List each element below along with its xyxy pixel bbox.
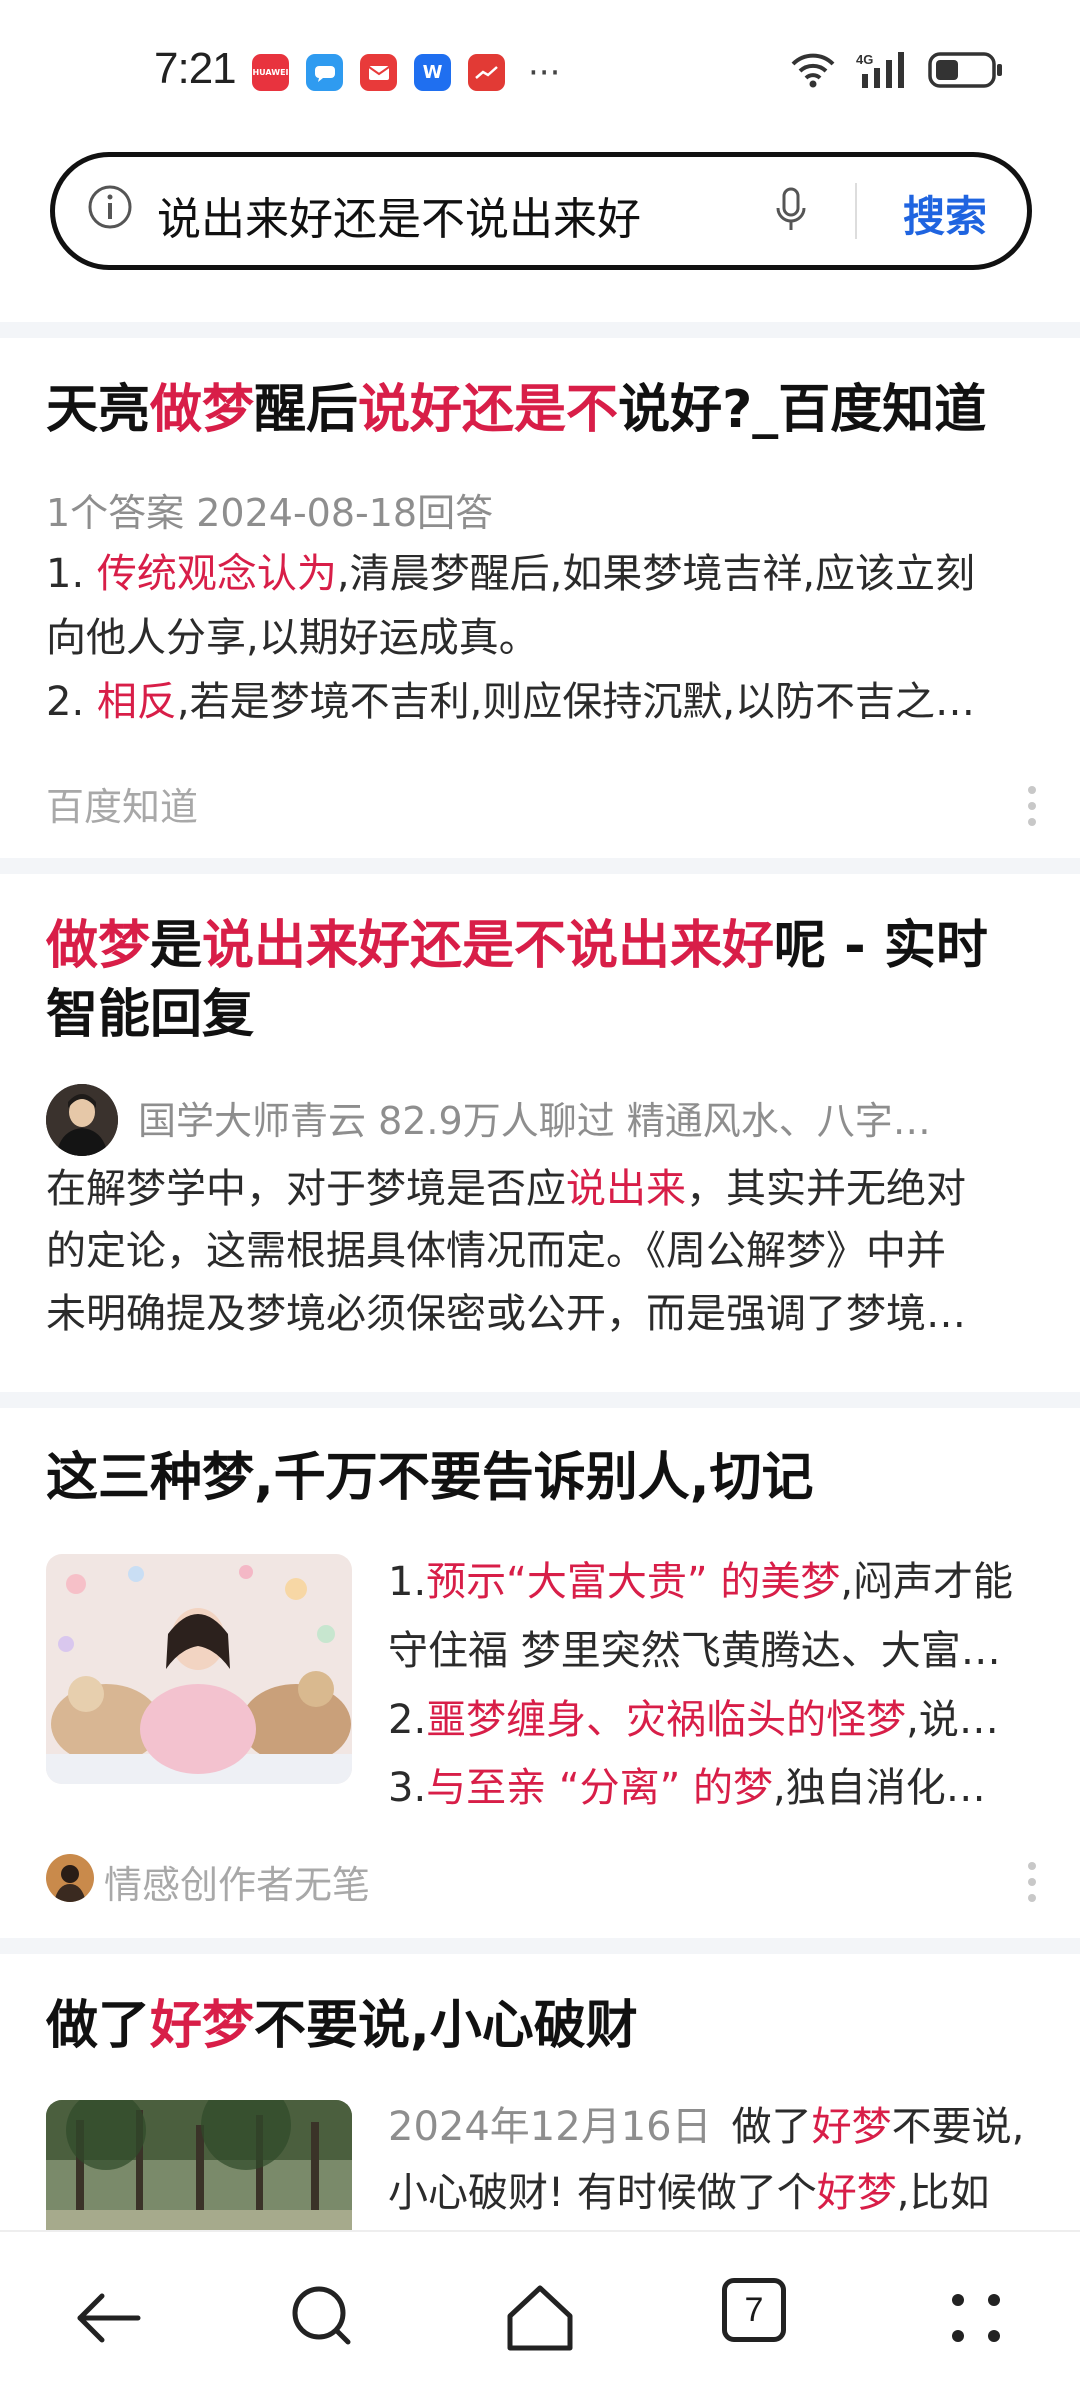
info-icon[interactable] bbox=[85, 182, 135, 232]
result-snippet: 在解梦学中，对于梦境是否应说出来，其实并无绝对 的定论，这需根据具体情况而定。《… bbox=[46, 1158, 1036, 1345]
divider bbox=[0, 1938, 1080, 1954]
snippet-text: 在解梦学中，对于梦境是否应 bbox=[46, 1166, 566, 1212]
search-bar[interactable]: 说出来好还是不说出来好 搜索 bbox=[50, 152, 1032, 270]
result-title[interactable]: 做梦是说出来好还是不说出来好呢 - 实时 智能回复 bbox=[46, 912, 988, 1050]
result-date: 2024年12月16日 bbox=[388, 2104, 712, 2150]
svg-text:4G: 4G bbox=[856, 52, 873, 67]
wifi-icon bbox=[791, 53, 835, 88]
snippet-text: 2. bbox=[388, 1696, 427, 1743]
snippet-highlight: 好梦 bbox=[811, 2104, 892, 2150]
search-input[interactable]: 说出来好还是不说出来好 bbox=[157, 183, 641, 247]
title-highlight: 说出来好还是不说出来好 bbox=[202, 916, 775, 976]
title-highlight: 做梦 bbox=[46, 916, 151, 976]
snippet-text: ,比如 bbox=[896, 2170, 990, 2217]
snippet-text: ,闷声才能 bbox=[840, 1559, 1014, 1605]
snippet-text: ,清晨梦醒后,如果梦境吉祥,应该立刻 bbox=[336, 551, 976, 597]
more-notifications-icon: ··· bbox=[528, 52, 561, 93]
divider bbox=[0, 1392, 1080, 1408]
title-text: 说好?_百度知道 bbox=[618, 380, 987, 440]
snippet-text: 小心破财! 有时候做了个 bbox=[388, 2170, 817, 2217]
title-text: 智能回复 bbox=[46, 985, 255, 1046]
snippet-text: 3. bbox=[388, 1765, 427, 1812]
snippet-text: ,独自消化… bbox=[773, 1765, 986, 1812]
chat-app-icon bbox=[306, 54, 343, 91]
snippet-text: 的定论，这需根据具体情况而定。《周公解梦》中并 bbox=[46, 1228, 946, 1275]
snippet-highlight: 传统观念认为 bbox=[96, 551, 337, 597]
microphone-icon[interactable] bbox=[771, 184, 811, 236]
result-source[interactable]: 百度知道 bbox=[46, 776, 198, 831]
result-meta: 1个答案 2024-08-18回答 bbox=[46, 491, 494, 535]
snippet-text: 1. bbox=[46, 551, 97, 597]
result-snippet: 2024年12月16日 做了好梦不要说, 小心破财! 有时候做了个好梦,比如 bbox=[388, 2094, 1038, 2227]
huawei-appgallery-icon: HUAWEI bbox=[252, 54, 289, 91]
home-icon[interactable] bbox=[502, 2280, 578, 2356]
weibo-w-app-icon: W bbox=[414, 54, 451, 91]
title-text: 做了 bbox=[46, 1996, 151, 2056]
mail-app-icon bbox=[360, 54, 397, 91]
snippet-text: 做了 bbox=[731, 2104, 812, 2150]
snippet-highlight: 说出来 bbox=[566, 1166, 686, 1212]
title-highlight: 好梦 bbox=[150, 1996, 255, 2056]
result-thumbnail[interactable] bbox=[46, 1554, 352, 1784]
divider bbox=[0, 858, 1080, 874]
snippet-highlight: 预示“大富大贵” 的美梦 bbox=[426, 1559, 841, 1605]
title-text: 不要说,小心破财 bbox=[254, 1996, 638, 2056]
search-divider bbox=[855, 183, 857, 239]
title-highlight: 说好还是不 bbox=[358, 380, 619, 440]
back-icon[interactable] bbox=[72, 2280, 148, 2356]
signal-4g-icon: 4G bbox=[856, 52, 904, 88]
search-icon[interactable] bbox=[286, 2280, 362, 2356]
result-source[interactable]: 情感创作者无笔 bbox=[104, 1854, 370, 1909]
snippet-text: 向他人分享,以期好运成真。 bbox=[46, 615, 539, 661]
title-text: 是 bbox=[150, 916, 203, 976]
author-avatar[interactable] bbox=[46, 1854, 94, 1902]
menu-icon[interactable] bbox=[938, 2280, 1014, 2356]
search-button[interactable]: 搜索 bbox=[903, 183, 987, 244]
snippet-text: ,说… bbox=[906, 1696, 999, 1743]
snippet-text: ，其实并无绝对 bbox=[686, 1166, 966, 1212]
author-info[interactable]: 国学大师青云 82.9万人聊过 精通风水、八字… bbox=[138, 1090, 931, 1145]
title-highlight: 做梦 bbox=[150, 380, 255, 440]
status-bar: 7:21 HUAWEI W ··· 4G bbox=[0, 0, 1080, 140]
snippet-highlight: 相反 bbox=[96, 679, 177, 725]
author-avatar[interactable] bbox=[46, 1084, 118, 1156]
title-text: 天亮 bbox=[46, 380, 151, 440]
snippet-text: 守住福 梦里突然飞黄腾达、大富… bbox=[388, 1627, 1001, 1674]
result-card[interactable]: 这三种梦,千万不要告诉别人,切记 1.预示“大富大贵” 的美梦,闷声才能 守住福… bbox=[0, 1408, 1080, 1938]
result-thumbnail[interactable] bbox=[46, 2100, 352, 2240]
snippet-text: 1. bbox=[388, 1559, 427, 1605]
result-card[interactable]: 做了好梦不要说,小心破财 2024年12月16日 做了好梦不要说, 小心破财! 有… bbox=[0, 1954, 1080, 2240]
result-snippet: 1. 传统观念认为,清晨梦醒后,如果梦境吉祥,应该立刻 向他人分享,以期好运成真… bbox=[46, 542, 1036, 734]
more-options-icon[interactable] bbox=[1028, 1862, 1036, 1902]
snippet-highlight: 噩梦缠身、灾祸临头的怪梦 bbox=[426, 1696, 907, 1743]
result-card[interactable]: 天亮做梦醒后说好还是不说好?_百度知道 1个答案 2024-08-18回答 1.… bbox=[0, 338, 1080, 858]
tabs-button[interactable]: 7 bbox=[722, 2278, 786, 2342]
result-title[interactable]: 做了好梦不要说,小心破财 bbox=[46, 1992, 638, 2061]
snippet-text: ,若是梦境不吉利,则应保持沉默,以防不吉之… bbox=[176, 679, 976, 725]
more-options-icon[interactable] bbox=[1028, 786, 1036, 826]
divider bbox=[0, 322, 1080, 338]
snippet-text: 不要说, bbox=[891, 2104, 1025, 2150]
system-icons: 4G bbox=[790, 50, 1004, 90]
snippet-text: 未明确提及梦境必须保密或公开，而是强调了梦境… bbox=[46, 1290, 966, 1337]
notification-app-icons: HUAWEI W ··· bbox=[252, 54, 560, 91]
title-text: 呢 - 实时 bbox=[774, 916, 988, 976]
snippet-highlight: 与至亲 “分离” 的梦 bbox=[426, 1765, 774, 1812]
snippet-text: 2. bbox=[46, 679, 97, 725]
result-card[interactable]: 做梦是说出来好还是不说出来好呢 - 实时 智能回复 国学大师青云 82.9万人聊… bbox=[0, 874, 1080, 1392]
result-snippet: 1.预示“大富大贵” 的美梦,闷声才能 守住福 梦里突然飞黄腾达、大富… 2.噩… bbox=[388, 1548, 1038, 1823]
stock-app-icon bbox=[468, 54, 505, 91]
bottom-navigation-bar: 7 bbox=[0, 2230, 1080, 2400]
snippet-highlight: 好梦 bbox=[816, 2170, 897, 2217]
result-title[interactable]: 天亮做梦醒后说好还是不说好?_百度知道 bbox=[46, 376, 986, 445]
title-text: 醒后 bbox=[254, 380, 359, 440]
battery-icon bbox=[928, 52, 1002, 88]
status-time: 7:21 bbox=[154, 44, 237, 93]
result-title[interactable]: 这三种梦,千万不要告诉别人,切记 bbox=[46, 1444, 814, 1513]
